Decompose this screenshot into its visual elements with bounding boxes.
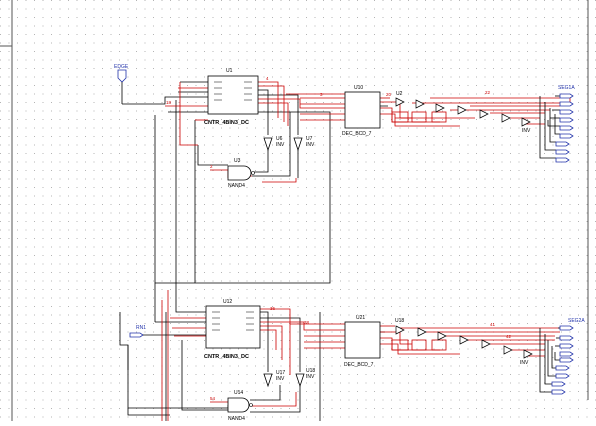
snap-grid <box>0 0 596 421</box>
bottom-counter-ref: U12 <box>223 299 232 305</box>
top-chain-inv-label: INV <box>522 128 531 134</box>
net-label: 42 <box>506 334 512 339</box>
top-decoder-type: DEC_BCD_7 <box>342 131 372 137</box>
bottom-inverter-u18-type: INV <box>306 374 315 380</box>
top-inverter-u6-type: INV <box>276 142 285 148</box>
output-port-seg1a-label: SEG1A <box>558 85 575 91</box>
top-nand-type: NAND4 <box>228 183 245 189</box>
bottom-nand-ref: U14 <box>234 390 243 396</box>
schematic-canvas[interactable]: EDGE U1 CNTR_4BIN3_DC U6 INV U7 INV U3 N… <box>0 0 596 422</box>
bottom-nand-type: NAND4 <box>228 416 245 421</box>
top-inverter-u7-type: INV <box>306 142 315 148</box>
bottom-chain-ref: U18 <box>395 318 404 324</box>
net-label: 38 <box>304 320 310 325</box>
top-chain-ref: U2 <box>396 91 403 97</box>
bottom-chain-inv-label: INV <box>520 360 529 366</box>
bottom-inverter-u17-type: INV <box>276 376 285 382</box>
net-label: 36 <box>270 306 276 311</box>
top-counter-type: CNTR_4BIN3_DC <box>204 120 249 126</box>
top-counter-ref: U1 <box>226 68 233 74</box>
net-label: 41 <box>490 322 496 327</box>
output-port-seg2a-label: SEG2A <box>568 318 585 324</box>
net-label: 54 <box>210 396 216 401</box>
bottom-decoder-ref: U21 <box>356 315 365 321</box>
net-label: 20 <box>386 92 392 97</box>
bottom-decoder-type: DEC_BCD_7 <box>344 362 374 368</box>
top-nand-ref: U3 <box>234 158 241 164</box>
top-decoder-ref: U10 <box>354 85 363 91</box>
bottom-counter-type: CNTR_4BIN3_DC <box>204 354 249 360</box>
net-label: 18 <box>166 100 172 105</box>
input-port-rn1-label: RN1 <box>136 325 146 331</box>
net-label: 22 <box>485 90 491 95</box>
input-port-edge-label: EDGE <box>114 64 129 70</box>
